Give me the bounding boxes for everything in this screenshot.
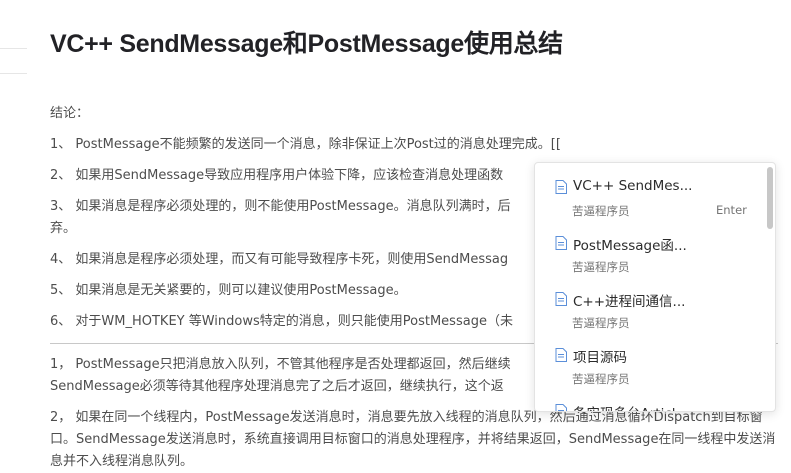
document-icon bbox=[555, 404, 567, 411]
conclusion-point-1: 1、 PostMessage不能频繁的发送同一个消息，除非保证上次Post过的消… bbox=[50, 137, 561, 152]
document-icon bbox=[555, 292, 567, 306]
popup-item-title: PostMessage函... bbox=[573, 238, 687, 254]
document-icon bbox=[555, 180, 567, 194]
popup-item[interactable]: VC++ SendMes... 苦逼程序员 Enter bbox=[535, 177, 765, 229]
enter-hint: Enter bbox=[716, 203, 747, 217]
popup-scrollbar[interactable] bbox=[767, 167, 773, 229]
left-divider-top bbox=[0, 48, 27, 49]
autocomplete-popup: VC++ SendMes... 苦逼程序员 Enter PostMessage函… bbox=[534, 162, 776, 412]
popup-item[interactable]: PostMessage函... 苦逼程序员 bbox=[535, 233, 765, 285]
popup-item-subtitle: 苦逼程序员 bbox=[572, 372, 630, 386]
conclusion-heading: 结论： bbox=[50, 106, 90, 121]
document-icon bbox=[555, 348, 567, 362]
document-icon bbox=[555, 236, 567, 250]
popup-item[interactable]: 条实现多台Articl bbox=[535, 401, 765, 411]
left-divider-bottom bbox=[0, 73, 27, 74]
popup-item-title: VC++ SendMes... bbox=[573, 178, 693, 194]
popup-item[interactable]: 项目源码 苦逼程序员 bbox=[535, 345, 765, 397]
popup-item-subtitle: 苦逼程序员 bbox=[572, 316, 630, 330]
article-title: VC++ SendMessage和PostMessage使用总结 bbox=[50, 30, 563, 58]
paragraph-2: 2， 如果在同一个线程内，PostMessage发送消息时，消息要先放入线程的消… bbox=[50, 410, 776, 469]
popup-item-title: C++进程间通信... bbox=[573, 294, 686, 310]
popup-item-subtitle: 苦逼程序员 bbox=[572, 204, 630, 218]
popup-item-title: 项目源码 bbox=[573, 350, 627, 366]
popup-item-title: 条实现多台Articl bbox=[573, 402, 723, 411]
popup-item-subtitle: 苦逼程序员 bbox=[572, 260, 630, 274]
popup-item[interactable]: C++进程间通信... 苦逼程序员 bbox=[535, 289, 765, 341]
